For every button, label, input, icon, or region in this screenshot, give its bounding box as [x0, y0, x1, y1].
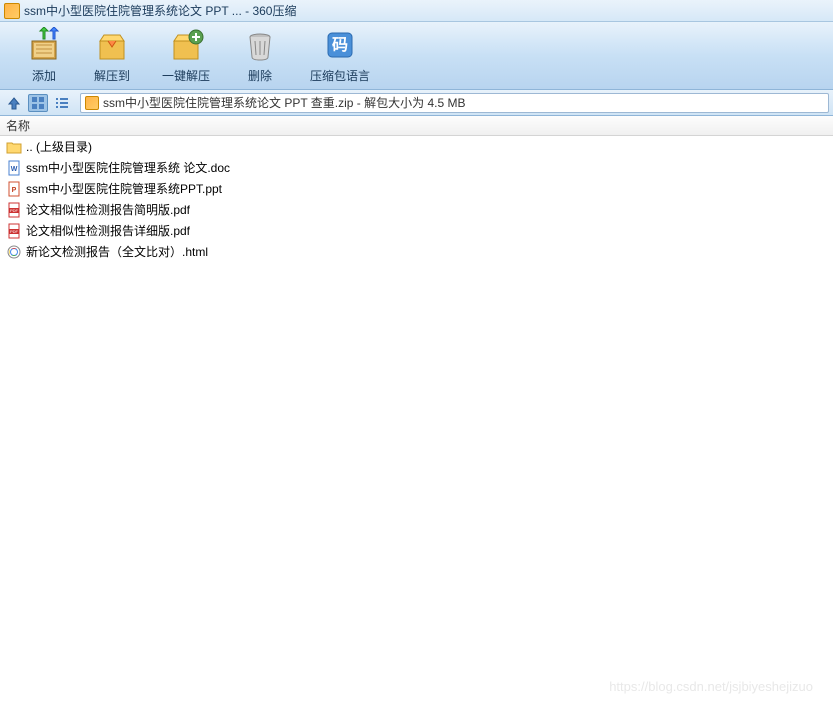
delete-label: 删除: [248, 67, 272, 84]
view-large-button[interactable]: [28, 94, 48, 112]
navbar: ssm中小型医院住院管理系统论文 PPT 查重.zip - 解包大小为 4.5 …: [0, 90, 833, 116]
window-title: ssm中小型医院住院管理系统论文 PPT ... - 360压缩: [24, 2, 296, 19]
column-header[interactable]: 名称: [0, 116, 833, 136]
file-name: ssm中小型医院住院管理系统 论文.doc: [26, 159, 230, 176]
language-button[interactable]: 码 压缩包语言: [294, 23, 386, 88]
svg-text:P: P: [12, 187, 17, 194]
html-icon: [6, 244, 22, 260]
svg-text:PDF: PDF: [10, 208, 19, 213]
file-row[interactable]: PDF 论文相似性检测报告详细版.pdf: [0, 220, 833, 241]
add-icon: [26, 27, 62, 63]
oneclick-icon: [168, 27, 204, 63]
svg-text:码: 码: [332, 36, 348, 54]
grid-icon: [31, 96, 45, 110]
toolbar: 添加 解压到 一键解压 删除 码 压缩包语言: [0, 22, 833, 90]
add-label: 添加: [32, 67, 56, 84]
column-name: 名称: [6, 117, 30, 134]
extract-button[interactable]: 解压到: [78, 23, 146, 88]
file-name: 论文相似性检测报告简明版.pdf: [26, 201, 190, 218]
up-arrow-icon: [6, 95, 22, 111]
doc-icon: W: [6, 160, 22, 176]
file-name: 新论文检测报告（全文比对）.html: [26, 243, 208, 260]
add-button[interactable]: 添加: [10, 23, 78, 88]
up-button[interactable]: [4, 94, 24, 112]
pdf-icon: PDF: [6, 202, 22, 218]
file-name: .. (上级目录): [26, 138, 92, 155]
delete-button[interactable]: 删除: [226, 23, 294, 88]
app-icon: [4, 3, 20, 19]
file-row[interactable]: 新论文检测报告（全文比对）.html: [0, 241, 833, 262]
list-icon: [55, 96, 69, 110]
delete-icon: [242, 27, 278, 63]
extract-icon: [94, 27, 130, 63]
path-text: ssm中小型医院住院管理系统论文 PPT 查重.zip - 解包大小为 4.5 …: [103, 94, 465, 111]
language-label: 压缩包语言: [310, 67, 370, 84]
folder-icon: [6, 139, 22, 155]
watermark: https://blog.csdn.net/jsjbiyeshejizuo: [609, 679, 813, 694]
path-bar[interactable]: ssm中小型医院住院管理系统论文 PPT 查重.zip - 解包大小为 4.5 …: [80, 93, 829, 113]
file-list: .. (上级目录)Wssm中小型医院住院管理系统 论文.docPssm中小型医院…: [0, 136, 833, 262]
archive-icon: [85, 96, 99, 110]
view-list-button[interactable]: [52, 94, 72, 112]
svg-text:W: W: [11, 166, 18, 173]
file-row[interactable]: Wssm中小型医院住院管理系统 论文.doc: [0, 157, 833, 178]
file-name: 论文相似性检测报告详细版.pdf: [26, 222, 190, 239]
language-icon: 码: [322, 27, 358, 63]
svg-text:PDF: PDF: [10, 229, 19, 234]
oneclick-label: 一键解压: [162, 67, 210, 84]
ppt-icon: P: [6, 181, 22, 197]
extract-label: 解压到: [94, 67, 130, 84]
file-row[interactable]: PDF 论文相似性检测报告简明版.pdf: [0, 199, 833, 220]
file-name: ssm中小型医院住院管理系统PPT.ppt: [26, 180, 222, 197]
titlebar: ssm中小型医院住院管理系统论文 PPT ... - 360压缩: [0, 0, 833, 22]
pdf-icon: PDF: [6, 223, 22, 239]
file-row[interactable]: Pssm中小型医院住院管理系统PPT.ppt: [0, 178, 833, 199]
oneclick-extract-button[interactable]: 一键解压: [146, 23, 226, 88]
file-row[interactable]: .. (上级目录): [0, 136, 833, 157]
